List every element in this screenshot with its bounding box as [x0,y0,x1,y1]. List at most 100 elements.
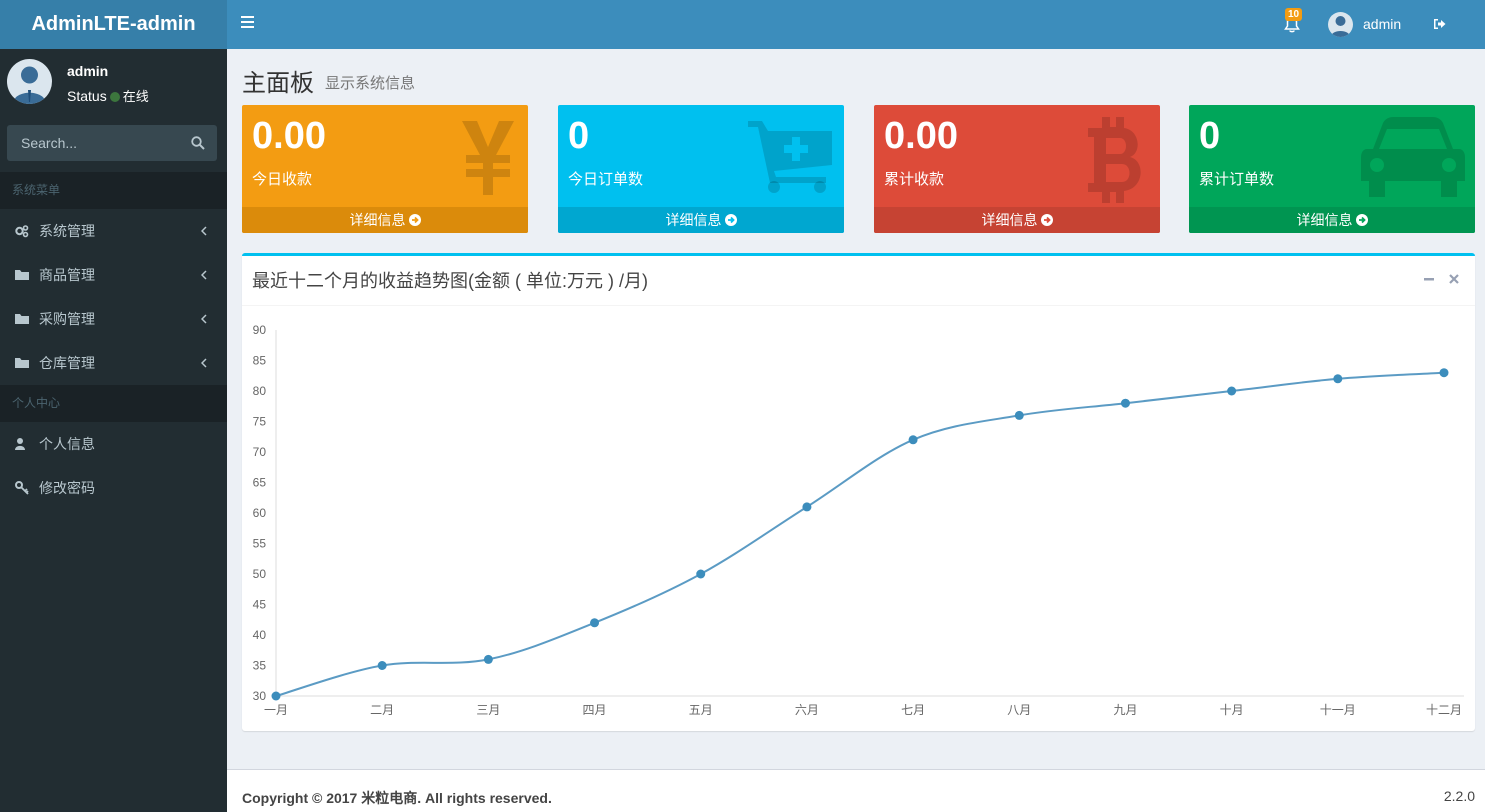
more-info-label: 详细信息 [981,212,1038,228]
online-dot-icon [109,92,120,102]
x-tick-label: 二月 [370,703,394,717]
arrow-circle-right-icon [408,214,421,226]
brand-logo[interactable]: AdminLTE-admin [0,0,227,49]
avatar [7,59,52,104]
stat-value: 0 [568,115,590,157]
page-subtitle: 显示系统信息 [325,75,416,92]
notification-count-badge: 10 [1285,8,1303,21]
sidebar-item-purchase-management[interactable]: 采购管理 [0,297,227,341]
stat-box-total-orders: 0 累计订单数 详细信息 [1189,105,1475,233]
yen-icon [462,121,514,195]
series-line [275,371,1445,697]
folder-icon [15,270,29,280]
x-tick-label: 十二月 [1426,703,1462,717]
y-tick-label: 75 [253,415,267,429]
data-point [1439,368,1449,378]
data-point [1227,386,1237,396]
chart-title: 最近十二个月的收益趋势图(金额 ( 单位:万元 ) /月) [252,271,648,291]
sidebar-item-system-management[interactable]: 系统管理 [0,209,227,253]
close-icon[interactable] [1447,272,1461,286]
sidebar-item-profile[interactable]: 个人信息 [0,422,227,466]
more-info-label: 详细信息 [1296,212,1353,228]
search-input[interactable] [7,125,182,161]
copyright-text: Copyright © 2017 米粒电商. All rights reserv… [242,790,552,806]
x-tick-label: 六月 [795,703,819,717]
data-point [377,661,387,670]
avatar[interactable] [1328,12,1353,37]
data-point [271,691,281,701]
sign-out-icon[interactable] [1433,18,1446,30]
page-title: 主面板 [242,70,314,97]
y-tick-label: 55 [253,537,267,551]
arrow-circle-right-icon [1355,214,1368,226]
revenue-line-chart: 30 35 40 45 50 55 60 65 70 75 80 85 90 一月 二月 三月 四月 五月 六月 七月… [253,323,1464,717]
stat-value: 0.00 [884,115,958,157]
x-tick-label: 十月 [1220,703,1244,717]
sidebar-toggle-icon[interactable] [241,16,254,30]
chevron-left-icon [201,226,207,236]
more-info-label: 详细信息 [665,212,722,228]
sidebar-item-change-password[interactable]: 修改密码 [0,466,227,510]
y-tick-label: 40 [253,628,267,642]
stat-label: 累计收款 [884,171,945,188]
data-point [696,569,706,579]
cart-icon [748,121,832,193]
stat-value: 0.00 [252,115,326,157]
x-tick-label: 十一月 [1320,703,1356,717]
data-point [802,502,812,512]
more-info-link[interactable]: 详细信息 [242,207,528,233]
stat-box-today-payment: 0.00 今日收款 详细信息 [242,105,528,233]
sidebar-item-warehouse-management[interactable]: 仓库管理 [0,341,227,385]
x-tick-label: 四月 [583,703,607,717]
search-icon[interactable] [191,136,205,150]
sidebar-item-label: 商品管理 [39,267,95,283]
user-name: admin [67,63,109,79]
status-label: Status [67,88,107,104]
top-navbar: 10 admin [227,0,1485,49]
more-info-link[interactable]: 详细信息 [558,207,844,233]
x-tick-label: 八月 [1007,703,1031,717]
sidebar-search [7,125,217,161]
more-info-label: 详细信息 [349,212,406,228]
stat-label: 累计订单数 [1199,171,1275,188]
stat-value: 0 [1199,115,1221,157]
data-point [483,654,493,664]
chevron-left-icon [201,358,207,368]
x-tick-label: 三月 [476,703,500,717]
y-tick-label: 30 [253,689,267,703]
x-tick-label: 五月 [689,703,713,717]
sidebar-item-product-management[interactable]: 商品管理 [0,253,227,297]
user-menu-name[interactable]: admin [1363,16,1401,32]
folder-icon [15,358,29,368]
y-tick-label: 70 [253,445,267,459]
collapse-minus-icon[interactable] [1422,272,1436,286]
stat-box-today-orders: 0 今日订单数 详细信息 [558,105,844,233]
status-value: 在线 [122,89,149,104]
more-info-link[interactable]: 详细信息 [874,207,1160,233]
stat-label: 今日收款 [252,171,313,188]
y-tick-label: 80 [253,384,267,398]
page-footer: Copyright © 2017 米粒电商. All rights reserv… [227,769,1485,812]
x-tick-label: 一月 [264,703,288,717]
sidebar-item-label: 修改密码 [39,480,95,496]
chevron-left-icon [201,314,207,324]
sidebar-item-label: 系统管理 [39,223,95,239]
y-tick-label: 45 [253,598,267,612]
user-icon [15,438,25,450]
y-tick-label: 60 [253,506,267,520]
user-panel: admin Status 在线 [0,49,227,115]
sidebar: admin Status在线 系统菜单 系统管理 商品管理 采购管理 仓库管理 … [0,49,227,812]
data-point [1014,410,1024,420]
stat-label: 今日订单数 [568,171,644,188]
version-text: 2.2.0 [1443,788,1475,804]
y-tick-label: 35 [253,659,267,673]
more-info-link[interactable]: 详细信息 [1189,207,1475,233]
y-tick-label: 90 [253,323,267,337]
x-tick-label: 九月 [1113,703,1137,717]
x-tick-label: 七月 [901,703,925,717]
y-tick-label: 50 [253,567,267,581]
stat-box-total-payment: 0.00 累计收款 详细信息 [874,105,1160,233]
y-tick-label: 65 [253,476,267,490]
sidebar-item-label: 个人信息 [39,436,95,452]
data-point [1120,398,1130,408]
